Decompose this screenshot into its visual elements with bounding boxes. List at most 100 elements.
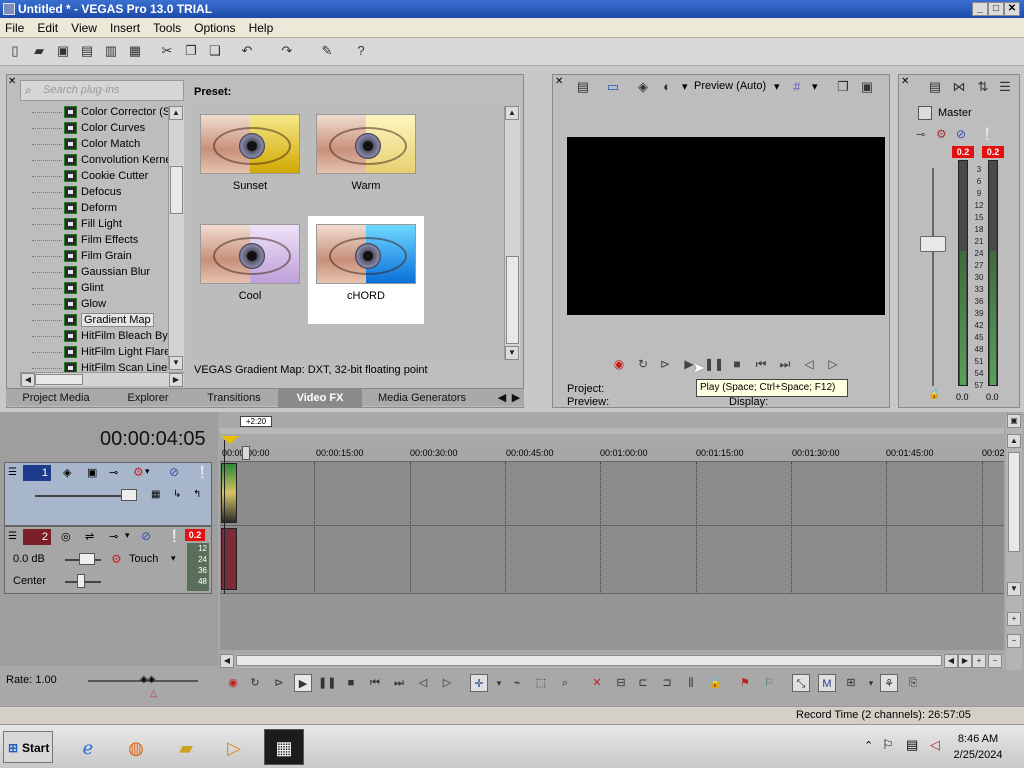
- pause-icon[interactable]: ❚❚: [704, 356, 724, 372]
- chevron-down-icon[interactable]: ▾: [812, 80, 818, 93]
- scroll-right-icon[interactable]: ▶: [958, 654, 972, 668]
- external-monitor-icon[interactable]: ▭: [604, 78, 622, 96]
- redo-icon[interactable]: ↷: [278, 42, 296, 60]
- record-icon[interactable]: ◉: [224, 674, 242, 692]
- menu-view[interactable]: View: [66, 18, 102, 38]
- snapping-icon[interactable]: M: [818, 674, 836, 692]
- network-icon[interactable]: ▤: [906, 737, 918, 753]
- overlays-icon[interactable]: ◐: [658, 78, 676, 96]
- chevron-down-icon[interactable]: ▾: [774, 80, 780, 93]
- auto-crossfade-icon[interactable]: ⊞: [842, 674, 860, 692]
- plugin-item-hitfilm-scan-lines[interactable]: HitFilm Scan Lines: [20, 360, 168, 372]
- stop-icon[interactable]: ■: [342, 674, 360, 692]
- close-button[interactable]: ✕: [1004, 2, 1020, 16]
- tab-explorer[interactable]: Explorer: [106, 389, 190, 407]
- mute-icon[interactable]: ⊘: [141, 529, 151, 543]
- composite-parent-icon[interactable]: ↰: [193, 489, 201, 500]
- play-icon[interactable]: ▶: [294, 674, 312, 692]
- audio-track-header[interactable]: ☰ 2 ◎ ⇌ ⊸ ▾ ⊘ ❕ 0.2 0.0 dB ⚙ Touch ▾ Cen…: [4, 526, 212, 594]
- scroll-down-icon[interactable]: ▼: [1007, 582, 1021, 596]
- maximize-button[interactable]: □: [988, 2, 1004, 16]
- mixer-menu-icon[interactable]: ☰: [996, 78, 1014, 96]
- plugin-item-deform[interactable]: Deform: [20, 200, 168, 216]
- whats-this-icon[interactable]: ?: [352, 42, 370, 60]
- zoom-out-icon[interactable]: −: [988, 654, 1002, 668]
- menu-edit[interactable]: Edit: [32, 18, 63, 38]
- go-to-end-icon[interactable]: ⏭: [776, 356, 794, 372]
- start-button[interactable]: ⊞ Start: [3, 731, 53, 763]
- loop-playback-icon[interactable]: ↻: [246, 674, 264, 692]
- zoom-in-icon[interactable]: +: [1007, 612, 1021, 626]
- plugin-item-color-curves[interactable]: Color Curves: [20, 120, 168, 136]
- chevron-down-icon[interactable]: ▾: [145, 466, 150, 477]
- chevron-down-icon[interactable]: ▾: [125, 530, 130, 541]
- fx-gear-icon[interactable]: ⚙: [936, 127, 947, 141]
- trim-start-icon[interactable]: ⊏: [634, 674, 652, 692]
- plugin-item-film-effects[interactable]: Film Effects: [20, 232, 168, 248]
- solo-icon[interactable]: ❕: [167, 529, 182, 543]
- scroll-up-icon[interactable]: ▲: [169, 106, 183, 120]
- file-explorer-icon[interactable]: ▰: [166, 729, 206, 765]
- dim-output-icon[interactable]: ⇅: [974, 78, 992, 96]
- empty-timeline-area[interactable]: [220, 594, 1004, 650]
- plugin-item-gradient-map[interactable]: Gradient Map: [20, 312, 168, 328]
- copy-snapshot-icon[interactable]: ❐: [834, 78, 852, 96]
- delete-icon[interactable]: ✕: [588, 674, 606, 692]
- selection-tool-icon[interactable]: ⬚: [532, 674, 550, 692]
- scroll-down-icon[interactable]: ▼: [505, 346, 519, 360]
- go-to-end-icon[interactable]: ⏭: [390, 674, 408, 692]
- timeline-vscroll[interactable]: ▣ ▲ ▼ + −: [1006, 414, 1022, 670]
- save-as-icon[interactable]: ▤: [78, 42, 96, 60]
- track-fx-insert-icon[interactable]: ⊸: [109, 530, 118, 543]
- volume-slider-handle[interactable]: [79, 553, 95, 565]
- vegas-pro-taskbar-icon[interactable]: ▦: [264, 729, 304, 765]
- mixer-properties-icon[interactable]: ▤: [926, 78, 944, 96]
- plugin-list-vscroll[interactable]: ▲ ▼: [168, 106, 184, 370]
- lock-envelopes-icon[interactable]: ⚘: [880, 674, 898, 692]
- tab-scroll-right-icon[interactable]: ▶: [510, 389, 522, 407]
- preview-properties-icon[interactable]: ▤: [574, 78, 592, 96]
- record-icon[interactable]: ◉: [610, 356, 628, 372]
- plugin-item-glint[interactable]: Glint: [20, 280, 168, 296]
- properties-icon[interactable]: ▦: [126, 42, 144, 60]
- mute-icon[interactable]: ⊘: [956, 127, 966, 141]
- automation-gear-icon[interactable]: ⚙: [111, 552, 122, 566]
- menu-insert[interactable]: Insert: [105, 18, 145, 38]
- zoom-out-icon[interactable]: −: [1007, 634, 1021, 648]
- scroll-left-icon[interactable]: ◀: [220, 654, 234, 668]
- automation-mode-dropdown[interactable]: Touch: [129, 553, 158, 565]
- auto-ripple-icon[interactable]: ⤡: [792, 674, 810, 692]
- scroll-thumb[interactable]: [1008, 452, 1020, 552]
- play-from-start-icon[interactable]: ⊳: [270, 674, 288, 692]
- track-fx-icon[interactable]: ⚙: [133, 465, 144, 479]
- rate-slider-handle[interactable]: ◈◈: [140, 674, 155, 685]
- trim-end-icon[interactable]: ⊐: [658, 674, 676, 692]
- track-motion-icon[interactable]: ▣: [87, 466, 97, 479]
- previous-frame-icon[interactable]: ◁: [414, 674, 432, 692]
- tab-scroll-left-icon[interactable]: ◀: [496, 389, 508, 407]
- pan-slider-handle[interactable]: [77, 574, 85, 588]
- plugin-item-hitfilm-bleach-bypass[interactable]: HitFilm Bleach Byp: [20, 328, 168, 344]
- clock-time[interactable]: 8:46 AM: [948, 733, 1008, 745]
- plugin-item-fill-light[interactable]: Fill Light: [20, 216, 168, 232]
- grid-overlay-icon[interactable]: #: [788, 78, 806, 96]
- arm-record-icon[interactable]: ◎: [61, 530, 71, 543]
- downmix-icon[interactable]: ⋈: [950, 78, 968, 96]
- go-to-start-icon[interactable]: ⏮: [366, 674, 384, 692]
- plugin-item-convolution-kernel[interactable]: Convolution Kerne: [20, 152, 168, 168]
- hscroll-thumb[interactable]: [236, 655, 942, 666]
- solo-icon[interactable]: ❕: [980, 127, 995, 141]
- preset-warm[interactable]: Warm: [308, 106, 424, 214]
- plugin-item-color-corrector[interactable]: Color Corrector (S: [20, 104, 168, 120]
- cleanup-brush-icon[interactable]: ✎: [318, 42, 336, 60]
- next-frame-icon[interactable]: ▷: [438, 674, 456, 692]
- envelope-tool-icon[interactable]: ⌁: [508, 674, 526, 692]
- copy-icon[interactable]: ❐: [182, 42, 200, 60]
- insert-region-icon[interactable]: ⚐: [760, 674, 778, 692]
- save-icon[interactable]: ▣: [54, 42, 72, 60]
- tab-media-generators[interactable]: Media Generators: [362, 389, 482, 407]
- undo-icon[interactable]: ↶: [238, 42, 256, 60]
- insert-fx-icon[interactable]: ⊸: [916, 128, 925, 141]
- cut-icon[interactable]: ✂: [158, 42, 176, 60]
- media-player-icon[interactable]: ▷: [214, 729, 254, 765]
